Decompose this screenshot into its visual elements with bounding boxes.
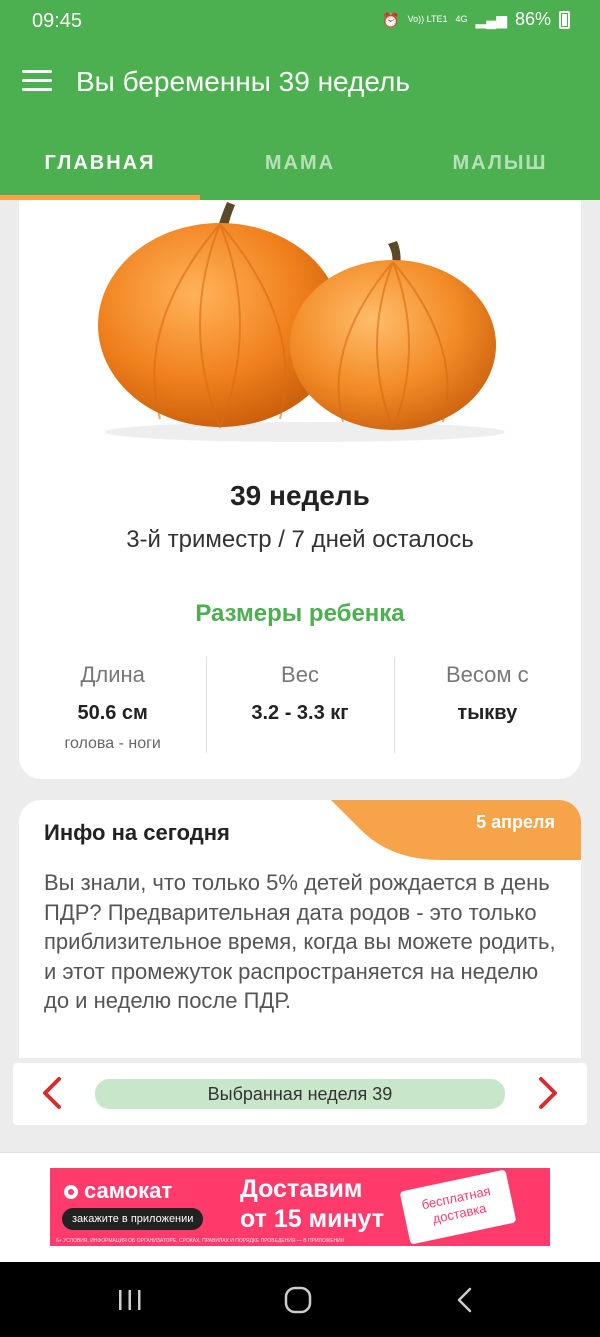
status-icons: ⏰ Vo)) LTE1 4G ▂▄▆ 86% (382, 9, 570, 30)
baby-metrics: Длина 50.6 см голова - ноги Вес 3.2 - 3.… (19, 657, 581, 753)
metric-label: Вес (281, 662, 319, 687)
ad-brand: самокат (64, 1178, 172, 1204)
metric-label: Длина (80, 662, 145, 687)
ad-banner[interactable]: самокат закажите в приложении Доставим о… (50, 1168, 550, 1246)
ad-badge: бесплатная доставка (399, 1169, 517, 1245)
battery-percent: 86% (514, 9, 551, 29)
pumpkin-illustration (98, 202, 505, 442)
info-date: 5 апреля (476, 812, 555, 832)
prev-week-button[interactable] (31, 1071, 75, 1115)
info-title: Инфо на сегодня (44, 820, 230, 845)
metric-value: тыкву (457, 702, 518, 724)
tab-main[interactable]: ГЛАВНАЯ (0, 122, 200, 200)
home-icon[interactable] (278, 1282, 318, 1318)
volte-icon: Vo)) LTE1 (407, 14, 448, 24)
page-title: Вы беременны 39 недель (76, 66, 410, 97)
ad-area: самокат закажите в приложении Доставим о… (0, 1152, 600, 1262)
ad-fine-print: 6+ УСЛОВИЯ, ИНФОРМАЦИЯ ОБ ОРГАНИЗАТОРЕ, … (56, 1238, 345, 1244)
network-4g-icon: 4G (455, 14, 468, 24)
metric-value: 50.6 см (77, 702, 148, 724)
alarm-icon: ⏰ (382, 11, 400, 28)
app-bar: Вы беременны 39 недель (0, 42, 600, 122)
metric-compare: Весом с тыкву (393, 657, 581, 753)
system-nav-bar (0, 1262, 600, 1337)
metric-weight: Вес 3.2 - 3.3 кг (206, 657, 393, 753)
menu-icon[interactable] (22, 70, 52, 94)
baby-sizes-title: Размеры ребенка (195, 600, 405, 627)
ad-logo-icon (64, 1185, 78, 1199)
tab-mom[interactable]: МАМА (200, 122, 400, 200)
week-subtitle: 3-й триместр / 7 дней осталось (126, 526, 474, 553)
tab-bar: ГЛАВНАЯ МАМА МАЛЫШ (0, 122, 600, 200)
metric-value: 3.2 - 3.3 кг (251, 702, 349, 724)
status-time: 09:45 (32, 10, 83, 32)
info-body: Вы знали, что только 5% детей рождается … (44, 870, 556, 1013)
back-icon[interactable] (446, 1282, 486, 1318)
metric-length: Длина 50.6 см голова - ноги (19, 657, 206, 753)
selected-week-label: Выбранная неделя 39 (95, 1079, 505, 1109)
week-selector: Выбранная неделя 39 (13, 1063, 587, 1125)
metric-note: голова - ноги (64, 735, 161, 752)
battery-icon (559, 10, 570, 29)
recent-apps-icon[interactable] (110, 1282, 150, 1318)
signal-icon: ▂▄▆ (475, 11, 507, 28)
ad-pill: закажите в приложении (62, 1208, 204, 1230)
daily-info-card: 5 апреля Инфо на сегодня Вы знали, что т… (19, 800, 581, 1058)
week-title: 39 недель (230, 480, 370, 511)
status-bar: 09:45 ⏰ Vo)) LTE1 4G ▂▄▆ 86% (0, 0, 600, 42)
week-card: 39 недель 3-й триместр / 7 дней осталось… (19, 200, 581, 779)
ad-headline: Доставим от 15 минут (240, 1175, 385, 1233)
tab-baby[interactable]: МАЛЫШ (400, 122, 600, 200)
next-week-button[interactable] (525, 1071, 569, 1115)
metric-label: Весом с (446, 662, 529, 687)
